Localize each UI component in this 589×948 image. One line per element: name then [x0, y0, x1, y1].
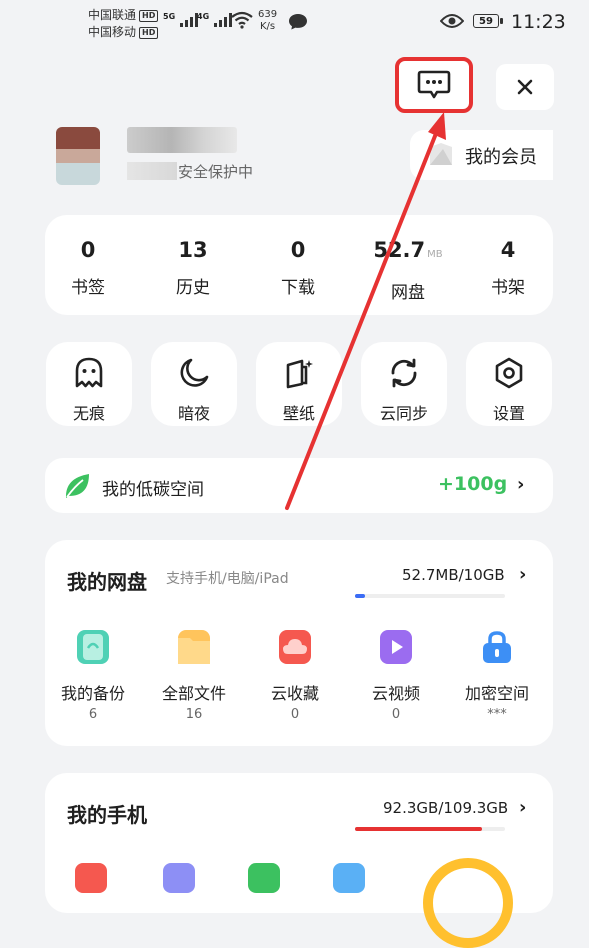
disk-item-cloud-favorites[interactable]: 云收藏 0 — [247, 630, 343, 722]
member-badge-icon — [428, 143, 454, 167]
shortcut-incognito[interactable]: 无痕 — [46, 342, 132, 426]
sync-icon — [391, 358, 417, 388]
stat-unit: MB — [427, 249, 443, 260]
shortcut-wallpaper[interactable]: 壁纸 — [256, 342, 342, 426]
disk-item-count: 0 — [290, 707, 300, 722]
stat-label: 书架 — [491, 278, 525, 298]
android-app-icon[interactable] — [248, 863, 280, 893]
stat-bookmarks[interactable]: 0 书签 — [53, 237, 123, 298]
disk-item-label: 云视频 — [371, 684, 420, 703]
document-app-icon[interactable] — [333, 863, 365, 893]
cloud-disk-progress-fill — [355, 594, 365, 598]
clock: 11:23 — [511, 11, 566, 33]
carrier-2: 中国移动 HD — [88, 24, 159, 40]
battery-tip — [500, 18, 503, 24]
my-phone-card: 我的手机 92.3GB/109.3GB › — [45, 773, 553, 948]
chevron-right-icon[interactable]: › — [519, 564, 526, 585]
shortcut-night-mode[interactable]: 暗夜 — [151, 342, 237, 426]
avatar[interactable] — [56, 127, 100, 185]
disk-item-label: 加密空间 — [464, 684, 529, 703]
security-status-text: 安全保护中 — [178, 163, 254, 181]
cloud-disk-title: 我的网盘 — [67, 570, 147, 594]
stat-cloud-disk[interactable]: 52.7 MB 网盘 — [368, 237, 448, 303]
stat-value: 0 — [290, 238, 306, 262]
stats-card: 0 书签 13 历史 0 下载 52.7 MB 网盘 4 书架 — [45, 215, 553, 315]
my-phone-progress-fill — [355, 827, 482, 831]
close-icon — [517, 79, 533, 95]
shortcut-label: 壁纸 — [282, 404, 315, 423]
disk-item-backup[interactable]: 我的备份 6 — [45, 630, 141, 722]
net-speed: 639 K/s — [258, 9, 278, 32]
my-phone-title: 我的手机 — [67, 803, 147, 827]
carrier-1: 中国联通 HD — [88, 7, 159, 23]
signal-4g-icon: 4G — [197, 12, 233, 31]
shortcut-label: 无痕 — [72, 404, 105, 423]
low-carbon-row[interactable]: 我的低碳空间 +100g › — [45, 458, 553, 513]
wifi-icon — [231, 11, 253, 33]
low-carbon-label: 我的低碳空间 — [102, 480, 204, 500]
disk-item-count: *** — [487, 707, 507, 722]
my-phone-progress — [355, 827, 505, 831]
cloud-disk-progress — [355, 594, 505, 598]
moon-icon — [180, 358, 209, 387]
cloud-disk-usage[interactable]: 52.7MB/10GB — [402, 566, 505, 584]
stat-label: 历史 — [176, 278, 210, 298]
cloud-icon — [279, 630, 311, 664]
video-play-icon — [380, 630, 412, 664]
cloud-disk-subtitle: 支持手机/电脑/iPad — [166, 571, 289, 587]
stat-downloads[interactable]: 0 下载 — [263, 237, 333, 298]
low-carbon-value: +100g — [438, 473, 508, 495]
settings-icon — [495, 357, 523, 389]
chevron-right-icon[interactable]: › — [519, 797, 526, 818]
username-blur-2 — [127, 162, 177, 180]
stat-value: 52.7 — [373, 238, 426, 262]
disk-item-all-files[interactable]: 全部文件 16 — [146, 630, 242, 722]
disk-item-encrypted-space[interactable]: 加密空间 *** — [449, 630, 545, 722]
stat-label: 下载 — [281, 278, 315, 298]
stat-label: 网盘 — [391, 283, 425, 303]
lock-icon — [481, 630, 513, 664]
shortcut-cloud-sync[interactable]: 云同步 — [361, 342, 447, 426]
close-button[interactable] — [496, 64, 554, 110]
shortcut-label: 暗夜 — [177, 404, 210, 423]
disk-item-cloud-video[interactable]: 云视频 0 — [348, 630, 444, 722]
ghost-icon — [75, 357, 103, 388]
stat-label: 书签 — [71, 278, 105, 298]
leaf-icon — [63, 472, 91, 504]
folder-icon — [178, 630, 210, 664]
stat-bookshelf[interactable]: 4 书架 — [473, 237, 543, 298]
feedback-button[interactable] — [395, 57, 473, 113]
username-blurred — [127, 127, 237, 153]
member-button[interactable]: 我的会员 — [410, 130, 553, 180]
stat-value: 4 — [500, 238, 516, 262]
shortcut-settings[interactable]: 设置 — [466, 342, 552, 426]
disk-item-count: 16 — [185, 707, 203, 722]
disk-item-label: 全部文件 — [161, 684, 226, 703]
stat-history[interactable]: 13 历史 — [158, 237, 228, 298]
disk-item-count: 6 — [88, 707, 98, 722]
disk-item-count: 0 — [391, 707, 401, 722]
battery-icon: 59 — [473, 14, 499, 28]
chevron-right-icon: › — [517, 474, 525, 495]
signal-5g-icon: 5G — [163, 12, 199, 31]
gallery-app-icon[interactable] — [163, 863, 195, 893]
my-phone-usage[interactable]: 92.3GB/109.3GB — [383, 799, 508, 817]
cloud-disk-card: 我的网盘 支持手机/电脑/iPad 52.7MB/10GB › 我的备份 6 全… — [45, 540, 553, 746]
stat-value: 0 — [80, 238, 96, 262]
stat-value: 13 — [178, 238, 208, 262]
eye-icon — [439, 13, 465, 33]
storage-gauge — [423, 858, 513, 948]
disk-item-label: 我的备份 — [60, 684, 125, 703]
chat-dots-icon — [417, 70, 451, 99]
backup-icon — [77, 630, 109, 664]
wallpaper-icon — [286, 359, 313, 389]
shortcut-label: 设置 — [492, 404, 525, 423]
video-app-icon[interactable] — [75, 863, 107, 893]
disk-item-label: 云收藏 — [270, 684, 319, 703]
message-bubble-icon — [288, 13, 308, 35]
shortcut-label: 云同步 — [379, 404, 428, 423]
member-label: 我的会员 — [465, 147, 537, 168]
